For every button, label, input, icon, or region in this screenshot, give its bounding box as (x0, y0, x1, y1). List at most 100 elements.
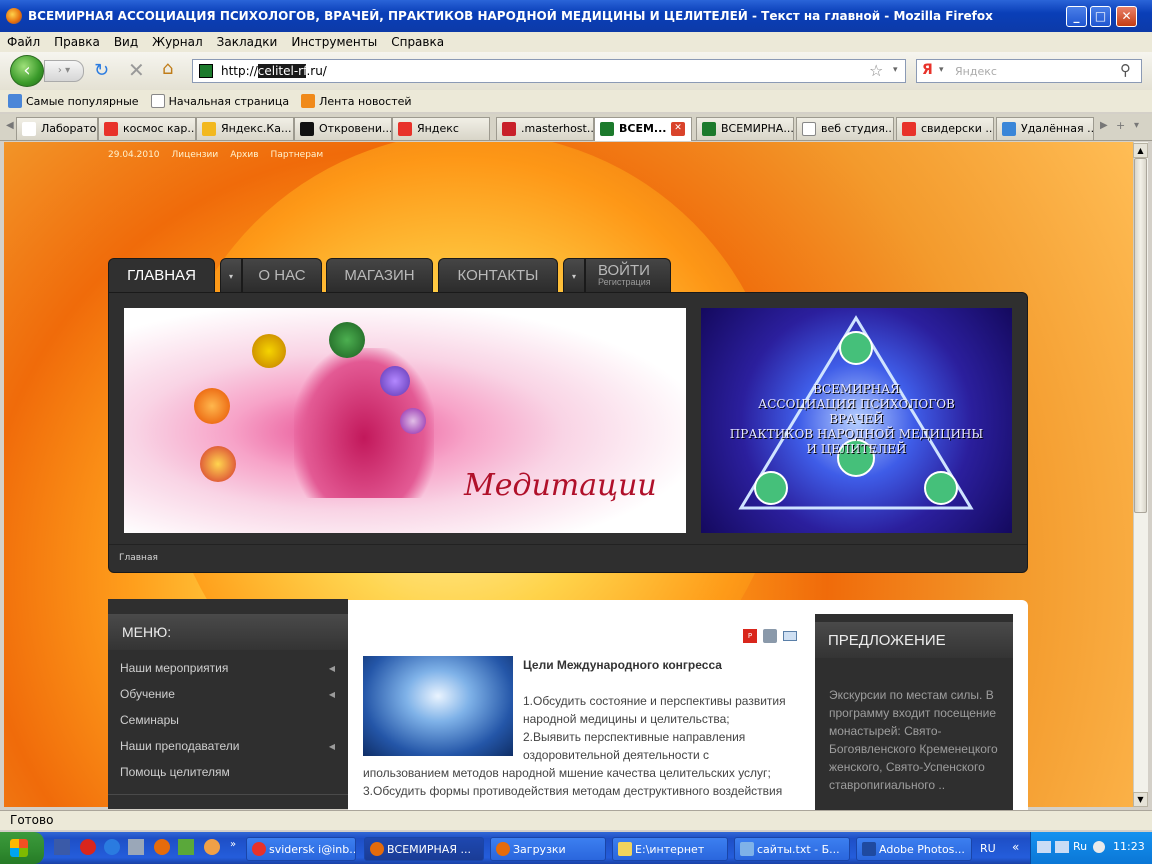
reload-icon[interactable]: ↻ (94, 60, 109, 81)
task-mail[interactable]: svidersk i@inb... (246, 837, 356, 861)
nav-shop[interactable]: МАГАЗИН (326, 258, 433, 293)
menu-help[interactable]: Справка (384, 35, 451, 49)
search-icon[interactable]: ⚲ (1120, 61, 1131, 79)
url-bar[interactable]: http://celitel-rf.ru/ ☆ ▾ (192, 59, 906, 83)
firefox-icon[interactable] (154, 839, 170, 855)
print-icon[interactable] (763, 629, 777, 643)
star-icon[interactable]: ☆ (869, 61, 883, 80)
nav-contacts[interactable]: КОНТАКТЫ (438, 258, 558, 293)
home-icon[interactable]: ⌂ (162, 58, 173, 79)
tab-5[interactable]: .masterhost... (496, 117, 594, 140)
menu-tools[interactable]: Инструменты (284, 35, 384, 49)
quicklaunch-icon[interactable] (178, 839, 194, 855)
tab-0[interactable]: Лаборатор... (16, 117, 98, 140)
language-indicator[interactable]: RU (980, 842, 996, 855)
quicklaunch-icon[interactable] (128, 839, 144, 855)
link-partners[interactable]: Партнерам (271, 150, 324, 160)
tab-9[interactable]: свидерски ... (896, 117, 994, 140)
chakra-icon (200, 446, 236, 482)
scroll-down-icon[interactable]: ▼ (1133, 792, 1148, 807)
clock[interactable]: 11:23 (1113, 840, 1145, 853)
notepad-icon (740, 842, 754, 856)
bookmark-most-visited[interactable]: Самые популярные (8, 94, 139, 108)
banner-association-title: ВСЕМИРНАЯ АССОЦИАЦИЯ ПСИХОЛОГОВ ВРАЧЕЙ П… (729, 382, 984, 456)
minimize-button[interactable]: _ (1066, 6, 1087, 27)
meditation-banner[interactable]: Медитации (124, 308, 686, 533)
tab-favicon (104, 122, 118, 136)
tab-close-icon[interactable]: ✕ (671, 122, 685, 136)
nav-home[interactable]: ГЛАВНАЯ (108, 258, 215, 293)
search-bar[interactable]: Я ▾ Яндекс ⚲ (916, 59, 1142, 83)
nav-about[interactable]: О НАС (242, 258, 322, 293)
forward-button[interactable]: › ▾ (44, 60, 84, 82)
close-button[interactable]: ✕ (1116, 6, 1137, 27)
menu-history[interactable]: Журнал (145, 35, 210, 49)
tab-list-icon[interactable]: ▾ (1134, 120, 1139, 131)
article-image-hands (363, 656, 513, 756)
menu-bookmarks[interactable]: Закладки (210, 35, 285, 49)
tab-scroll-left-icon[interactable]: ◀ (6, 120, 14, 131)
nav-login-dropdown-icon[interactable]: ▾ (563, 258, 585, 293)
nav-register-label[interactable]: Регистрация (598, 277, 670, 287)
bookmark-news-feed[interactable]: Лента новостей (301, 94, 412, 108)
stop-icon[interactable]: ✕ (128, 58, 145, 82)
pdf-icon[interactable]: P (743, 629, 757, 643)
status-text: Готово (10, 813, 54, 827)
link-licenses[interactable]: Лицензии (172, 150, 219, 160)
start-button[interactable] (0, 832, 44, 864)
network-icon[interactable] (1037, 841, 1051, 853)
nav-login[interactable]: ВОЙТИ Регистрация (585, 258, 671, 293)
tab-1[interactable]: космос кар... (98, 117, 196, 140)
article-line: оздоровительной деятельности с (523, 748, 710, 762)
email-icon[interactable] (783, 631, 797, 641)
tab-2[interactable]: Яндекс.Ка... (196, 117, 294, 140)
link-archive[interactable]: Архив (230, 150, 258, 160)
network-icon[interactable] (1055, 841, 1069, 853)
task-explorer[interactable]: E:\интернет (612, 837, 728, 861)
breadcrumb[interactable]: Главная (119, 553, 158, 563)
article-line: народной медицины и целительства; (523, 712, 730, 726)
tray-expand-icon[interactable]: « (1012, 840, 1019, 854)
nav-about-dropdown-icon[interactable]: ▾ (220, 258, 242, 293)
quicklaunch-icon[interactable] (204, 839, 220, 855)
bookmark-start-page[interactable]: Начальная страница (150, 94, 289, 108)
back-button[interactable]: ‹ (10, 55, 44, 87)
search-engine-dropdown-icon[interactable]: ▾ (939, 65, 944, 75)
search-input[interactable]: Яндекс (955, 65, 997, 78)
window-title-bar: ВСЕМИРНАЯ АССОЦИАЦИЯ ПСИХОЛОГОВ, ВРАЧЕЙ,… (0, 0, 1152, 32)
menu-item-events[interactable]: Наши мероприятия ◀ (120, 661, 335, 675)
menu-item-seminars[interactable]: Семинары (120, 713, 335, 727)
tab-active[interactable]: ВСЕМ... ✕ (594, 117, 692, 141)
task-notepad[interactable]: сайты.txt - Б... (734, 837, 850, 861)
scrollbar-thumb[interactable] (1134, 158, 1147, 513)
menu-item-teachers[interactable]: Наши преподаватели ◀ (120, 739, 335, 753)
scroll-up-icon[interactable]: ▲ (1133, 143, 1148, 158)
quicklaunch-icon[interactable] (54, 839, 70, 855)
menu-item-training[interactable]: Обучение ◀ (120, 687, 335, 701)
quicklaunch-expand-icon[interactable]: » (230, 839, 238, 855)
photoshop-icon (862, 842, 876, 856)
menu-file[interactable]: Файл (0, 35, 47, 49)
keyboard-layout-indicator[interactable]: Ru (1073, 840, 1087, 853)
opera-icon[interactable] (80, 839, 96, 855)
tab-10[interactable]: Удалённая ... (996, 117, 1094, 140)
task-downloads[interactable]: Загрузки (490, 837, 606, 861)
tab-8[interactable]: веб студия... (796, 117, 894, 140)
offer-text[interactable]: Экскурсии по местам силы. В программу вх… (829, 686, 999, 794)
tab-7[interactable]: ВСЕМИРНА... (696, 117, 794, 140)
menu-view[interactable]: Вид (107, 35, 145, 49)
tab-4[interactable]: Яндекс (392, 117, 490, 140)
task-firefox[interactable]: ВСЕМИРНАЯ ... (364, 837, 484, 861)
association-banner[interactable]: ВСЕМИРНАЯ АССОЦИАЦИЯ ПСИХОЛОГОВ ВРАЧЕЙ П… (701, 308, 1012, 533)
maximize-button[interactable]: □ (1090, 6, 1111, 27)
menu-item-healers-help[interactable]: Помощь целителям (120, 765, 335, 779)
menu-edit[interactable]: Правка (47, 35, 107, 49)
tab-scroll-right-icon[interactable]: ▶ (1100, 120, 1108, 131)
volume-icon[interactable] (1093, 841, 1105, 853)
url-dropdown-icon[interactable]: ▾ (893, 65, 898, 75)
ie-icon[interactable] (104, 839, 120, 855)
task-photoshop[interactable]: Adobe Photos... (856, 837, 972, 861)
tab-3[interactable]: Откровени... (294, 117, 392, 140)
tab-strip: ◀ Лаборатор... космос кар... Яндекс.Ка..… (0, 114, 1152, 141)
new-tab-icon[interactable]: + (1116, 119, 1125, 132)
